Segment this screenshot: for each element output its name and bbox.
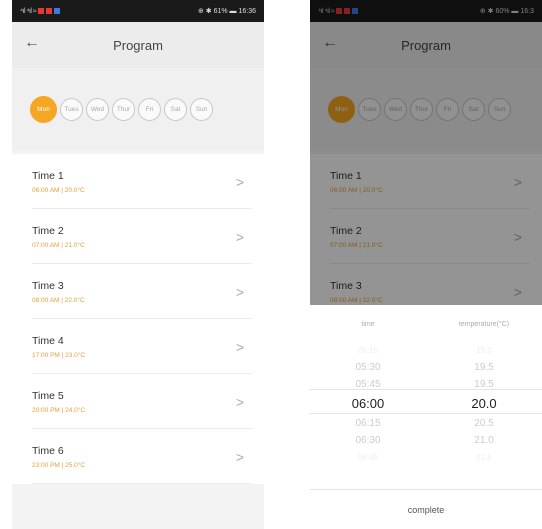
chevron-right-icon: > [235, 338, 244, 355]
wheel-option[interactable]: 19.0 [476, 342, 492, 359]
chevron-right-icon: > [235, 173, 244, 190]
complete-button[interactable]: complete [310, 489, 542, 529]
chevron-right-icon: > [235, 228, 244, 245]
modal-overlay[interactable] [310, 0, 542, 305]
wheel-option[interactable]: 06:45 [358, 449, 378, 466]
notification-icon [54, 8, 61, 14]
day-selector: Mon Tues Wed Thur Fri Sat Sun [12, 68, 264, 150]
wheel-option-selected[interactable]: 20.0 [471, 393, 496, 415]
list-item-time-5[interactable]: Time 5 20:00 PM | 24.0°C > [12, 374, 264, 429]
chevron-right-icon: > [235, 393, 244, 410]
selection-line-bottom [310, 413, 542, 414]
wheel-option-selected[interactable]: 06:00 [352, 393, 385, 415]
status-right: ⊕ ✱ 61% ▬ 16:36 [197, 8, 256, 15]
list-item-time-2[interactable]: Time 2 07:00 AM | 21.0°C > [12, 209, 264, 264]
time-detail: 08:00 AM | 22.0°C [32, 296, 85, 304]
day-thur[interactable]: Thur [112, 97, 135, 121]
temperature-column-label: temperature(°C) [458, 320, 510, 328]
time-name: Time 4 [32, 334, 64, 347]
wheel-option[interactable]: 20.5 [474, 415, 493, 432]
status-bar: ⁴ıl ⁴ıl ≈ ⊕ ✱ 61% ▬ 16:36 [12, 0, 264, 22]
back-arrow-icon[interactable]: ← [24, 35, 40, 51]
wheel-option[interactable]: 05:15 [358, 342, 378, 359]
wheel-option[interactable]: 19.5 [474, 376, 493, 393]
time-detail: 07:00 AM | 21.0°C [32, 241, 85, 249]
time-wheel[interactable]: 05:15 05:30 05:45 06:00 06:15 06:30 06:4… [310, 342, 426, 462]
bottom-area [12, 484, 264, 529]
day-wed[interactable]: Wed [86, 97, 109, 121]
day-mon[interactable]: Mon [30, 95, 57, 123]
time-detail: 20:00 PM | 24.0°C [32, 406, 86, 414]
time-name: Time 6 [32, 444, 64, 457]
day-fri[interactable]: Fri [138, 97, 161, 121]
list-item-time-4[interactable]: Time 4 17:00 PM | 23.0°C > [12, 319, 264, 374]
time-name: Time 3 [32, 279, 64, 292]
time-name: Time 5 [32, 389, 64, 402]
time-list: Time 1 06:00 AM | 20.0°C > Time 2 07:00 … [12, 154, 264, 484]
time-column-label: time [361, 320, 375, 328]
selection-line-top [310, 389, 542, 390]
wheel-option[interactable]: 05:45 [355, 376, 380, 393]
wheel-option[interactable]: 06:30 [355, 432, 380, 449]
chevron-right-icon: > [235, 283, 244, 300]
time-temperature-picker: time temperature(°C) 05:15 05:30 05:45 0… [310, 306, 542, 529]
day-sat[interactable]: Sat [164, 97, 187, 121]
program-screen-left: ⁴ıl ⁴ıl ≈ ⊕ ✱ 61% ▬ 16:36 ← Program Mon … [12, 0, 264, 529]
app-bar: ← Program [12, 22, 264, 68]
temperature-wheel[interactable]: 19.0 19.5 19.5 20.0 20.5 21.0 21.5 [426, 342, 542, 462]
time-detail: 23:00 PM | 25.0°C [32, 461, 86, 469]
time-detail: 06:00 AM | 20.0°C [32, 186, 85, 194]
list-item-time-1[interactable]: Time 1 06:00 AM | 20.0°C > [12, 154, 264, 209]
time-name: Time 1 [32, 169, 64, 182]
wheel-option[interactable]: 21.5 [476, 449, 492, 466]
wheel-option[interactable]: 05:30 [355, 359, 380, 376]
picker-headers: time temperature(°C) [310, 306, 542, 342]
page-title: Program [113, 37, 163, 53]
notification-icon [46, 8, 53, 14]
day-sun[interactable]: Sun [190, 97, 213, 121]
notification-icon [38, 8, 45, 14]
picker-wheels: 05:15 05:30 05:45 06:00 06:15 06:30 06:4… [310, 342, 542, 462]
list-item-time-3[interactable]: Time 3 08:00 AM | 22.0°C > [12, 264, 264, 319]
program-screen-right: ⁴ıl ⁴ıl ≈ ⊕ ✱ 60% ▬ 16:3 ← Program Mon T… [310, 0, 542, 529]
chevron-right-icon: > [235, 448, 244, 465]
time-name: Time 2 [32, 224, 64, 237]
time-detail: 17:00 PM | 23.0°C [32, 351, 86, 359]
wheel-option[interactable]: 06:15 [355, 415, 380, 432]
wheel-option[interactable]: 19.5 [474, 359, 493, 376]
day-tues[interactable]: Tues [60, 97, 83, 121]
signal-icon: ⁴ıl ⁴ıl ≈ [20, 7, 37, 15]
list-item-time-6[interactable]: Time 6 23:00 PM | 25.0°C > [12, 429, 264, 484]
wheel-option[interactable]: 21.0 [474, 432, 493, 449]
